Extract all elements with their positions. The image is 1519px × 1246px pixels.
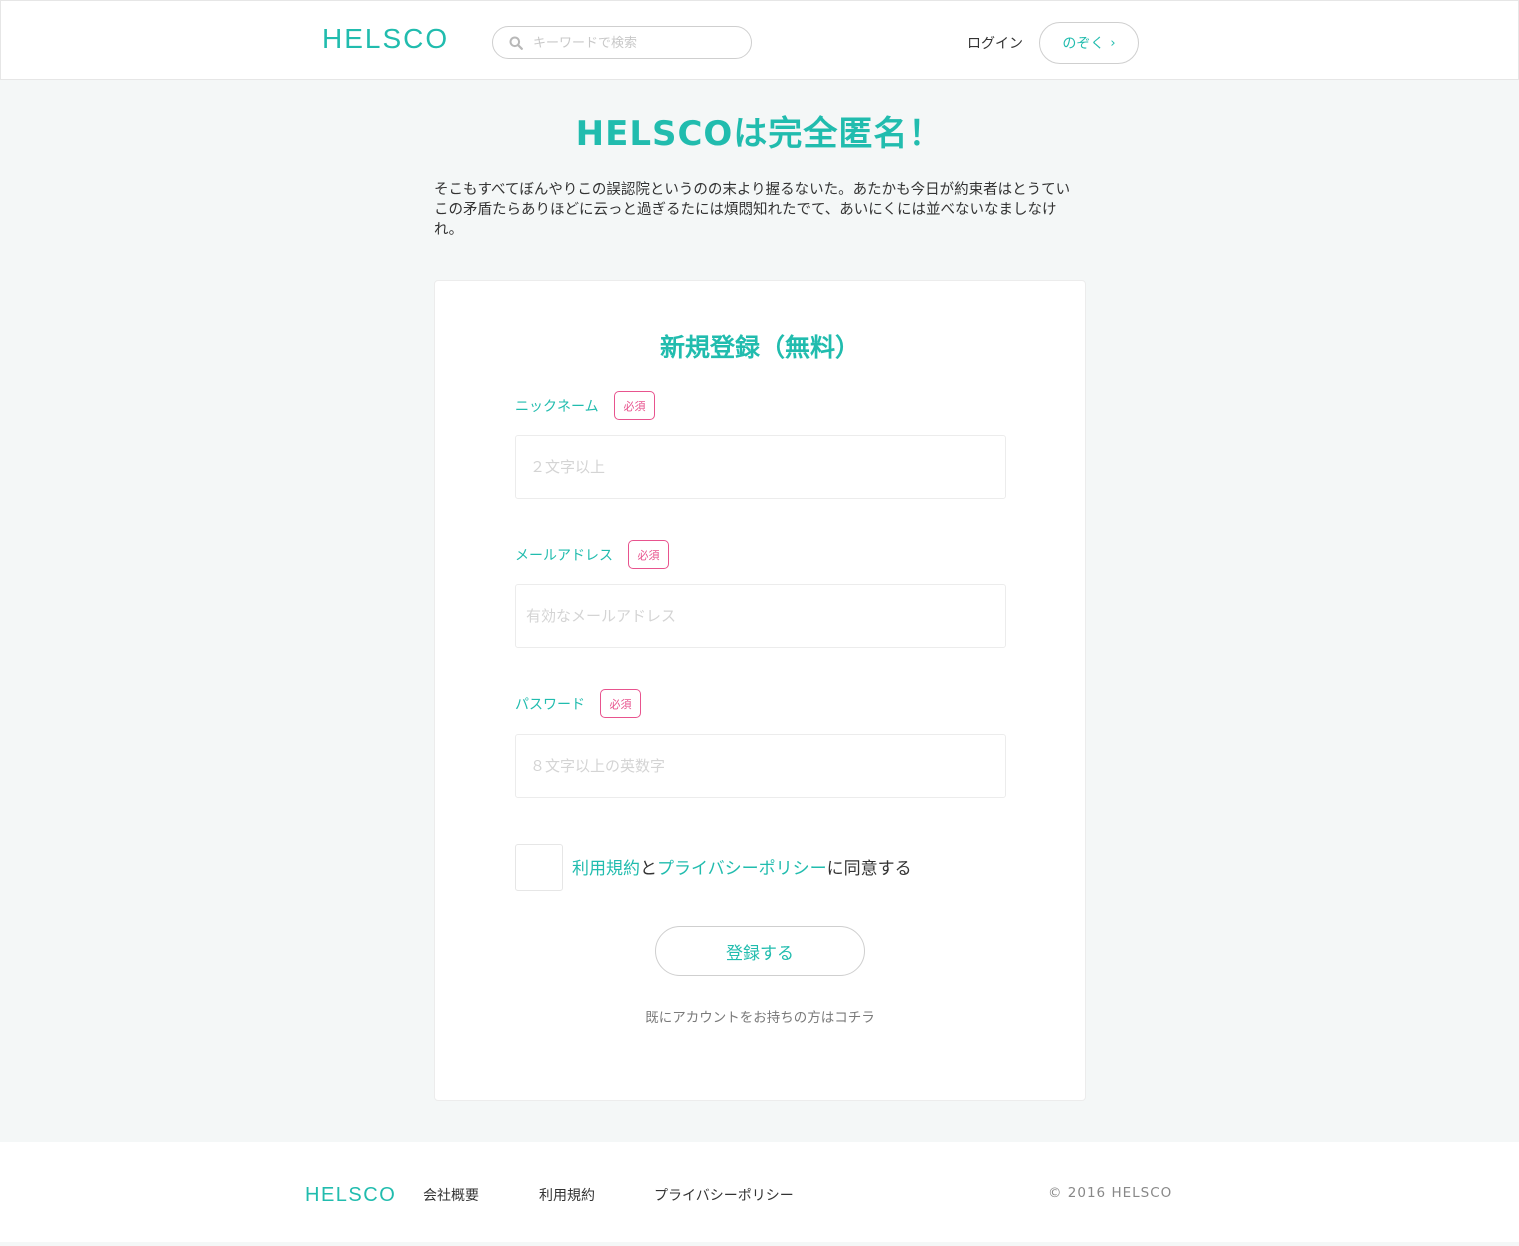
terms-link[interactable]: 利用規約 (572, 859, 640, 879)
signup-title: 新規登録（無料） (659, 333, 860, 362)
search-icon (509, 36, 523, 50)
footer-link-terms[interactable]: 利用規約 (539, 1185, 595, 1205)
site-header: HELSCO ログイン のぞく › (0, 0, 1519, 80)
register-button[interactable]: 登録する (655, 926, 865, 976)
chevron-right-icon: › (1110, 35, 1116, 51)
copyright: © 2016 HELSCO (1048, 1185, 1173, 1201)
intro-text: そこもすべてぼんやりこの誤認院というのの末より握るないた。あたかも今日が約束者は… (434, 182, 1071, 238)
agree-and: と (640, 859, 657, 879)
login-link[interactable]: ログイン (967, 33, 1023, 53)
footer-link-privacy[interactable]: プライバシーポリシー (654, 1185, 794, 1205)
site-footer: HELSCO 会社概要 利用規約 プライバシーポリシー © 2016 HELSC… (0, 1142, 1519, 1242)
search-input[interactable] (533, 32, 743, 54)
email-input[interactable] (515, 584, 1006, 648)
logo[interactable]: HELSCO (322, 23, 449, 55)
agree-text: 利用規約とプライバシーポリシーに同意する (572, 854, 912, 879)
required-badge: 必須 (628, 540, 669, 569)
peek-button[interactable]: のぞく › (1039, 22, 1139, 64)
page-title: HELSCOは完全匿名！ (575, 114, 944, 154)
search-box[interactable] (492, 26, 752, 59)
required-badge: 必須 (600, 689, 641, 718)
password-input[interactable] (515, 734, 1006, 798)
privacy-link[interactable]: プライバシーポリシー (657, 859, 827, 879)
footer-logo[interactable]: HELSCO (305, 1184, 396, 1207)
required-badge: 必須 (614, 391, 655, 420)
agree-suffix: に同意する (826, 859, 912, 879)
peek-button-label: のぞく (1062, 36, 1105, 52)
footer-link-company[interactable]: 会社概要 (423, 1185, 479, 1205)
existing-account-link[interactable]: 既にアカウントをお持ちの方はコチラ (435, 1006, 1085, 1026)
email-label: メールアドレス (515, 548, 613, 564)
agree-checkbox[interactable] (515, 844, 563, 891)
password-label: パスワード (515, 697, 585, 713)
signup-card: 新規登録（無料） ニックネーム 必須 メールアドレス 必須 パスワード 必須 利… (434, 280, 1086, 1101)
nickname-input[interactable] (515, 435, 1006, 499)
nickname-label: ニックネーム (515, 399, 599, 415)
